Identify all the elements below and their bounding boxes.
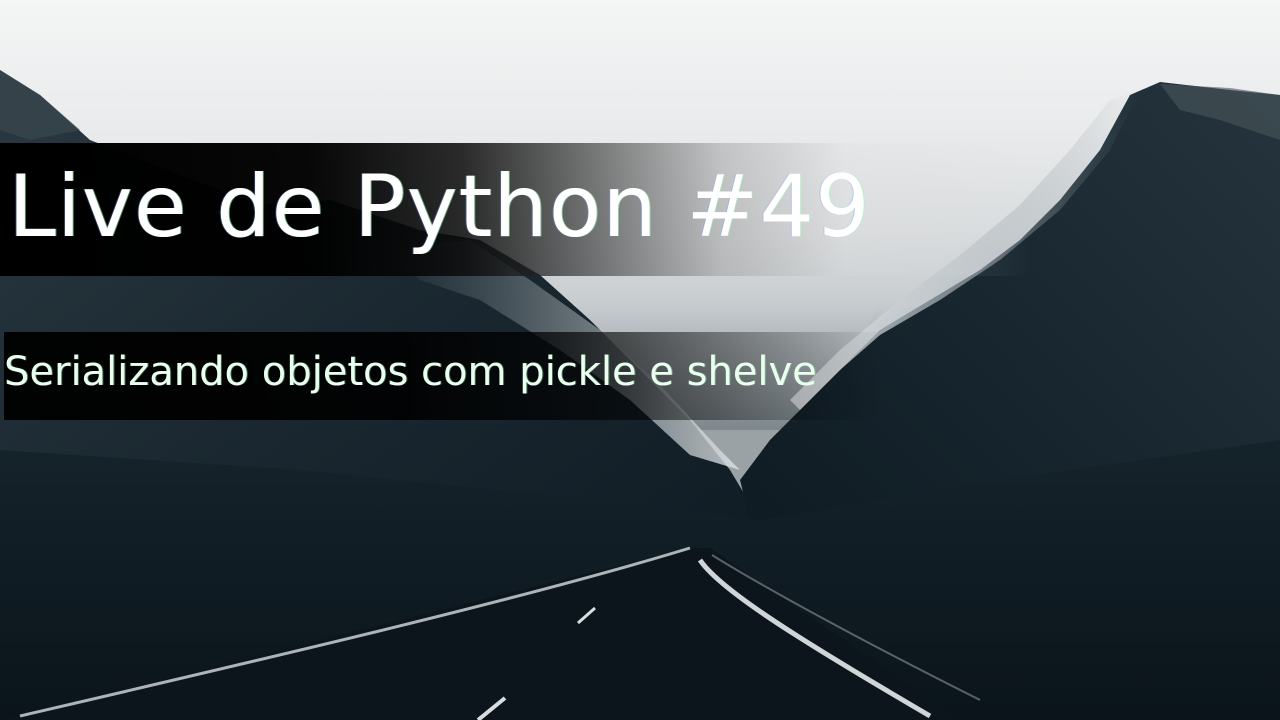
episode-title: Live de Python #49 [8, 157, 871, 257]
left-peak-shade [0, 70, 80, 140]
episode-subtitle: Serializando objetos com pickle e shelve [4, 349, 817, 395]
thumbnail-canvas: Live de Python #49 Serializando objetos … [0, 0, 1280, 720]
